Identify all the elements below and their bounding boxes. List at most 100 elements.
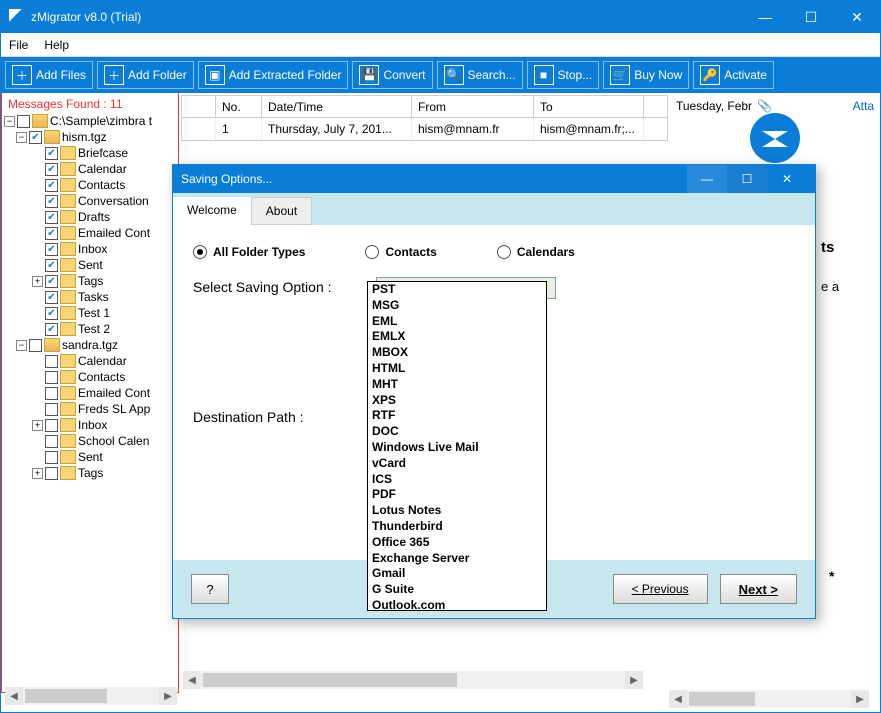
tree-node[interactable]: ✔Conversation <box>32 193 176 209</box>
checkbox[interactable]: ✔ <box>45 179 58 192</box>
checkbox[interactable]: ✔ <box>45 227 58 240</box>
table-row[interactable]: 1 Thursday, July 7, 201... hism@mnam.fr … <box>182 118 667 140</box>
tree-hscroll[interactable]: ◀ ▶ <box>5 687 177 705</box>
dropdown-option[interactable]: ICS <box>368 472 546 488</box>
scroll-left-icon[interactable]: ◀ <box>5 687 23 705</box>
tree-node[interactable]: ✔Sent <box>32 257 176 273</box>
scroll-right-icon[interactable]: ▶ <box>625 671 643 689</box>
search-button[interactable]: 🔍Search... <box>437 61 523 89</box>
dropdown-option[interactable]: XPS <box>368 393 546 409</box>
collapse-icon[interactable]: − <box>16 132 27 143</box>
tree-node[interactable]: +Inbox <box>32 417 176 433</box>
col-checkbox[interactable] <box>182 96 216 117</box>
tree-node[interactable]: +Tags <box>32 465 176 481</box>
dropdown-option[interactable]: G Suite <box>368 582 546 598</box>
tree-node[interactable]: School Calen <box>32 433 176 449</box>
dropdown-option[interactable]: Thunderbird <box>368 519 546 535</box>
tree-node[interactable]: Sent <box>32 449 176 465</box>
dropdown-option[interactable]: EML <box>368 314 546 330</box>
next-button[interactable]: Next > <box>720 574 797 604</box>
dropdown-option[interactable]: HTML <box>368 361 546 377</box>
dropdown-option[interactable]: Exchange Server <box>368 551 546 567</box>
checkbox[interactable]: ✔ <box>29 131 42 144</box>
collapse-icon[interactable]: − <box>16 340 27 351</box>
stop-button[interactable]: ■Stop... <box>527 61 600 89</box>
dropdown-option[interactable]: Windows Live Mail <box>368 440 546 456</box>
scroll-right-icon[interactable]: ▶ <box>159 687 177 705</box>
dropdown-option[interactable]: Gmail <box>368 566 546 582</box>
dropdown-option[interactable]: EMLX <box>368 329 546 345</box>
tree-node[interactable]: Freds SL App <box>32 401 176 417</box>
grid-hscroll[interactable]: ◀ ▶ <box>183 671 643 689</box>
dropdown-option[interactable]: Office 365 <box>368 535 546 551</box>
checkbox[interactable] <box>45 371 58 384</box>
convert-button[interactable]: 💾Convert <box>352 61 432 89</box>
col-to[interactable]: To <box>534 96 644 117</box>
maximize-button[interactable]: ☐ <box>788 1 834 33</box>
dropdown-option[interactable]: PDF <box>368 487 546 503</box>
tree-node[interactable]: ✔Briefcase <box>32 145 176 161</box>
dropdown-option[interactable]: PST <box>368 282 546 298</box>
tree-node[interactable]: Contacts <box>32 369 176 385</box>
radio-calendars[interactable]: Calendars <box>497 245 575 259</box>
preview-attachment-link[interactable]: Atta <box>853 99 874 113</box>
checkbox[interactable] <box>29 339 42 352</box>
tree-node[interactable]: ✔Test 1 <box>32 305 176 321</box>
checkbox[interactable]: ✔ <box>45 243 58 256</box>
checkbox[interactable]: ✔ <box>45 211 58 224</box>
checkbox[interactable] <box>45 403 58 416</box>
checkbox[interactable]: ✔ <box>45 163 58 176</box>
dropdown-option[interactable]: Lotus Notes <box>368 503 546 519</box>
dropdown-option[interactable]: MHT <box>368 377 546 393</box>
message-grid[interactable]: No. Date/Time From To 1 Thursday, July 7… <box>181 95 668 141</box>
tree-node[interactable]: ✔Contacts <box>32 177 176 193</box>
radio-all-folder-types[interactable]: All Folder Types <box>193 245 305 259</box>
tree-node[interactable]: ✔Emailed Cont <box>32 225 176 241</box>
help-button[interactable]: ? <box>191 574 229 604</box>
saving-option-dropdown[interactable]: PSTMSGEMLEMLXMBOXHTMLMHTXPSRTFDOCWindows… <box>367 281 547 611</box>
checkbox[interactable]: ✔ <box>45 323 58 336</box>
tree-node[interactable]: ✔Calendar <box>32 161 176 177</box>
tree-node[interactable]: ✔Drafts <box>32 209 176 225</box>
checkbox[interactable]: ✔ <box>45 291 58 304</box>
scroll-right-icon[interactable]: ▶ <box>851 690 869 693</box>
activate-button[interactable]: 🔑Activate <box>693 61 774 89</box>
expand-icon[interactable]: + <box>32 276 43 287</box>
dropdown-option[interactable]: vCard <box>368 456 546 472</box>
checkbox[interactable] <box>45 435 58 448</box>
tab-about[interactable]: About <box>251 197 312 225</box>
scroll-left-icon[interactable]: ◀ <box>670 690 687 693</box>
menu-file[interactable]: File <box>9 38 28 52</box>
checkbox[interactable]: ✔ <box>45 275 58 288</box>
tree-node[interactable]: −✔hism.tgz <box>16 129 176 145</box>
dropdown-option[interactable]: DOC <box>368 424 546 440</box>
add-extracted-button[interactable]: ▣Add Extracted Folder <box>198 61 349 89</box>
checkbox[interactable]: ✔ <box>45 147 58 160</box>
tree-node[interactable]: ✔Test 2 <box>32 321 176 337</box>
previous-button[interactable]: < Previous <box>613 574 708 604</box>
tree-node[interactable]: ✔Tasks <box>32 289 176 305</box>
collapse-icon[interactable]: − <box>4 116 15 127</box>
add-folder-button[interactable]: ＋Add Folder <box>97 61 194 89</box>
dropdown-option[interactable]: MBOX <box>368 345 546 361</box>
dialog-titlebar[interactable]: Saving Options... — ☐ ✕ <box>173 165 815 193</box>
checkbox[interactable] <box>45 355 58 368</box>
expand-icon[interactable]: + <box>32 420 43 431</box>
dialog-maximize-button[interactable]: ☐ <box>727 165 767 193</box>
tree-node[interactable]: +✔Tags <box>32 273 176 289</box>
buy-button[interactable]: 🛒Buy Now <box>603 61 689 89</box>
checkbox[interactable]: ✔ <box>45 259 58 272</box>
checkbox[interactable]: ✔ <box>45 195 58 208</box>
col-no[interactable]: No. <box>216 96 262 117</box>
dialog-close-button[interactable]: ✕ <box>767 165 807 193</box>
folder-tree[interactable]: −C:\Sample\zimbra t−✔hism.tgz✔Briefcase✔… <box>4 113 176 481</box>
dropdown-option[interactable]: RTF <box>368 408 546 424</box>
preview-hscroll[interactable]: ◀ ▶ <box>670 690 869 693</box>
tree-node[interactable]: Emailed Cont <box>32 385 176 401</box>
checkbox[interactable]: ✔ <box>45 307 58 320</box>
dropdown-option[interactable]: Outlook.com <box>368 598 546 611</box>
tab-welcome[interactable]: Welcome <box>173 197 251 225</box>
checkbox[interactable] <box>45 467 58 480</box>
radio-contacts[interactable]: Contacts <box>365 245 436 259</box>
close-button[interactable]: ✕ <box>834 1 880 33</box>
